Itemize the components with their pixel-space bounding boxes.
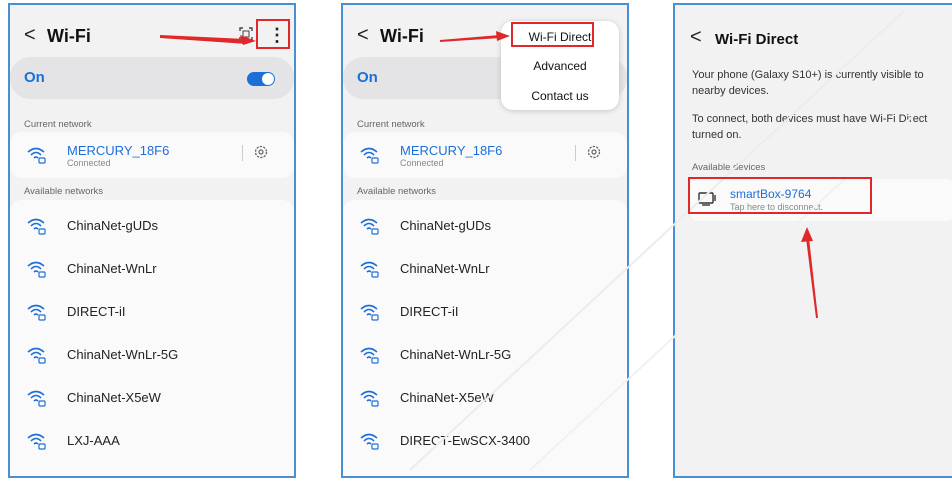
network-list-item[interactable] bbox=[10, 465, 294, 476]
visibility-text: Your phone (Galaxy S10+) is currently vi… bbox=[692, 69, 924, 97]
on-label: On bbox=[24, 69, 45, 86]
network-list-item[interactable] bbox=[10, 422, 294, 458]
network-name: ChinaNet-WnLr bbox=[67, 261, 157, 276]
instruction-text: To connect, both devices must have Wi-Fi… bbox=[692, 113, 928, 141]
available-networks-header: Available networks bbox=[357, 186, 437, 197]
wifi-direct-screen: < Wi-Fi Direct Your phone (Galaxy S10+) … bbox=[673, 3, 952, 478]
wifi-lock-icon bbox=[359, 475, 381, 476]
qr-scan-icon[interactable] bbox=[239, 27, 253, 44]
wifi-lock-icon bbox=[26, 260, 48, 278]
annotation-box-device bbox=[688, 177, 872, 214]
current-network-status: Connected bbox=[400, 158, 444, 168]
wifi-settings-screen: < Wi-Fi ⋮ On Current network MERCURY_18F… bbox=[8, 3, 296, 478]
available-devices-header: Available devices bbox=[692, 162, 766, 173]
wifi-lock-icon bbox=[359, 346, 381, 364]
annotation-box-wifi-direct bbox=[511, 22, 594, 47]
network-name: ChinaNet-WnLr-5G bbox=[67, 347, 179, 362]
wifi-lock-icon bbox=[26, 432, 48, 450]
network-list-item[interactable] bbox=[343, 293, 627, 329]
current-network-name: MERCURY_18F6 bbox=[67, 143, 170, 158]
network-name: ChinaNet-gUDs bbox=[400, 218, 492, 233]
available-networks-header: Available networks bbox=[24, 186, 104, 197]
page-title: Wi-Fi bbox=[47, 26, 91, 46]
network-name: DIRECT-iI bbox=[67, 304, 126, 319]
wifi-lock-icon bbox=[359, 303, 381, 321]
page-title: Wi-Fi Direct bbox=[715, 31, 799, 48]
current-network-header: Current network bbox=[24, 119, 92, 130]
network-name: ChinaNet-X5eW bbox=[400, 390, 494, 405]
wifi-lock-icon bbox=[359, 389, 381, 407]
divider bbox=[575, 145, 576, 161]
divider bbox=[242, 145, 243, 161]
network-name: HUAWEI-040MB6 bbox=[67, 476, 171, 478]
back-button[interactable]: < bbox=[24, 23, 36, 47]
network-name: LXJ-AAA bbox=[400, 476, 453, 478]
network-list-item[interactable] bbox=[343, 465, 627, 476]
wifi-lock-icon bbox=[26, 217, 48, 235]
back-button[interactable]: < bbox=[690, 26, 702, 49]
network-name: ChinaNet-WnLr bbox=[400, 261, 490, 276]
header: < Wi-Fi ⋮ bbox=[10, 5, 294, 61]
wifi-toggle[interactable] bbox=[247, 72, 275, 86]
gear-icon[interactable] bbox=[586, 144, 602, 160]
current-network-header: Current network bbox=[357, 119, 425, 130]
annotation-box-more bbox=[256, 19, 290, 49]
network-name: ChinaNet-WnLr-5G bbox=[400, 347, 512, 362]
on-label: On bbox=[357, 69, 378, 86]
wifi-lock-icon bbox=[26, 475, 48, 476]
wifi-lock-icon bbox=[359, 217, 381, 235]
network-name: ChinaNet-gUDs bbox=[67, 218, 159, 233]
wifi-lock-icon bbox=[27, 147, 46, 164]
menu-item-advanced[interactable]: Advanced bbox=[501, 59, 619, 73]
wifi-lock-icon bbox=[360, 147, 379, 164]
network-list-item[interactable] bbox=[10, 293, 294, 329]
menu-item-contact-us[interactable]: Contact us bbox=[501, 89, 619, 103]
page-title: Wi-Fi bbox=[380, 26, 424, 46]
current-network-name: MERCURY_18F6 bbox=[400, 143, 503, 158]
network-name: ChinaNet-X5eW bbox=[67, 390, 161, 405]
network-name: LXJ-AAA bbox=[67, 433, 120, 448]
wifi-lock-icon bbox=[26, 303, 48, 321]
current-network-status: Connected bbox=[67, 158, 111, 168]
wifi-lock-icon bbox=[26, 389, 48, 407]
network-name: DIRECT-iI bbox=[400, 304, 459, 319]
wifi-lock-icon bbox=[359, 260, 381, 278]
wifi-lock-icon bbox=[26, 346, 48, 364]
back-button[interactable]: < bbox=[357, 23, 369, 47]
gear-icon[interactable] bbox=[253, 144, 269, 160]
wifi-master-switch-row[interactable]: On bbox=[10, 57, 294, 99]
wifi-lock-icon bbox=[359, 432, 381, 450]
network-name: DIRECT-EwSCX-3400 bbox=[400, 433, 531, 448]
